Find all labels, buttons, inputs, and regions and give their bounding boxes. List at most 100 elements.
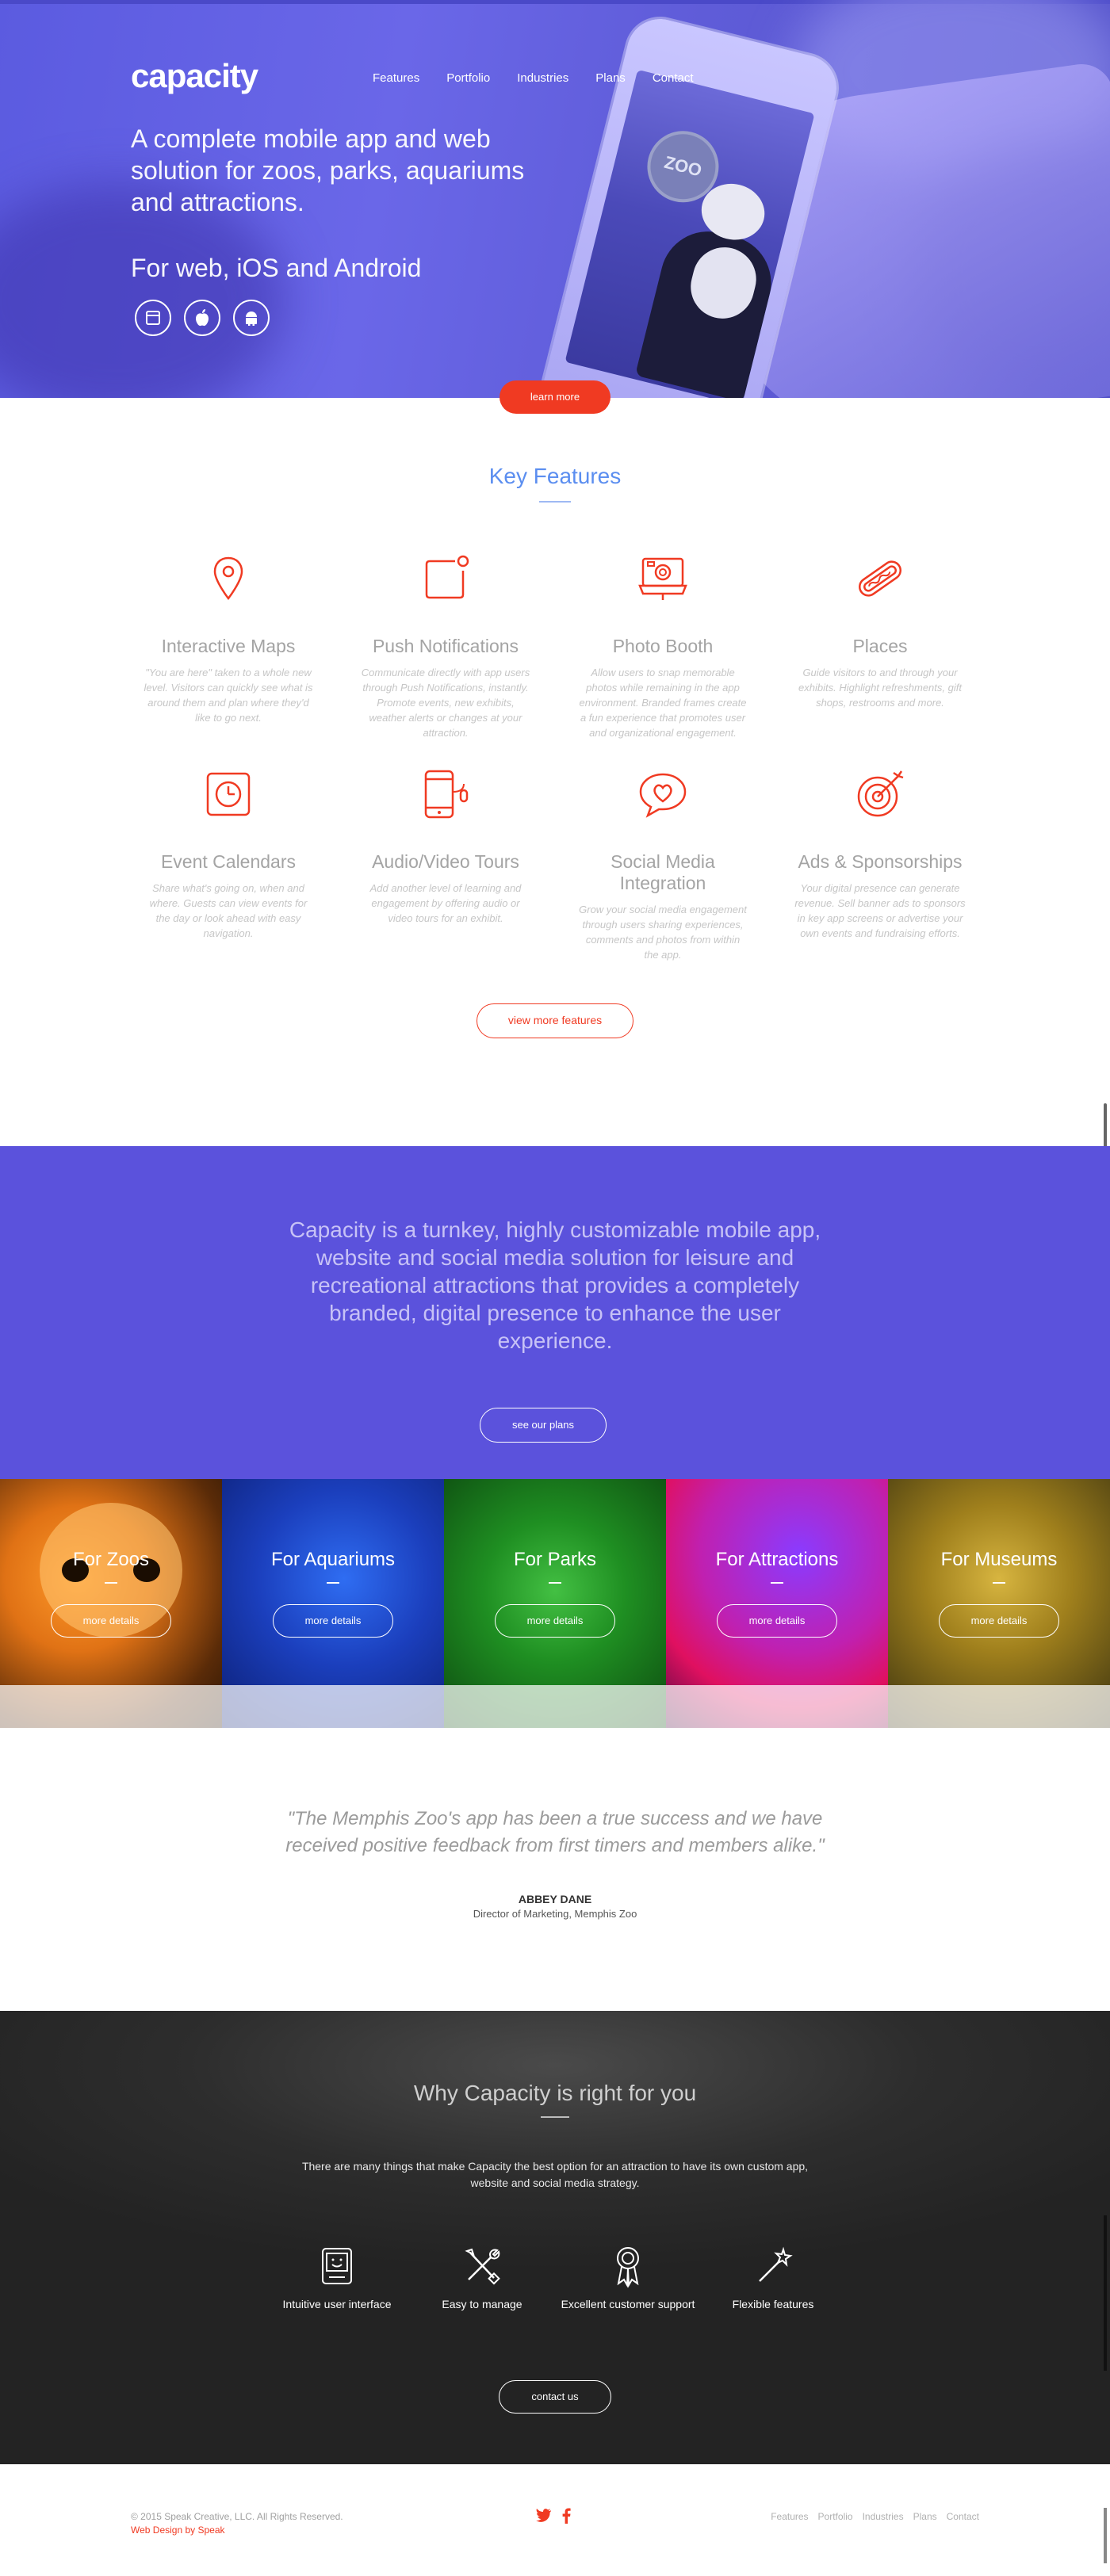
footer-nav-contact[interactable]: Contact [947,2511,979,2522]
hotdog-icon [848,547,912,610]
tile-title: For Aquariums [270,1549,396,1570]
tile-shade [444,1685,666,1728]
tile-divider [327,1582,339,1584]
magic-wand-icon [751,2244,795,2288]
apple-icon[interactable] [184,300,220,336]
tile-aquariums[interactable]: For Aquariums more details [222,1479,444,1728]
tile-parks[interactable]: For Parks more details [444,1479,666,1728]
feature-event-calendars: Event Calendars Share what's going on, w… [133,762,323,941]
scrollbar-marker[interactable] [1104,2215,1107,2371]
more-details-button[interactable]: more details [717,1604,837,1638]
feature-title: Places [852,636,908,656]
tile-shade [0,1685,222,1728]
tile-divider [105,1582,117,1584]
feature-title: Photo Booth [612,636,714,656]
footer-nav-industries[interactable]: Industries [863,2511,904,2522]
twitter-icon[interactable] [536,2508,552,2528]
feature-desc: Add another level of learning and engage… [369,882,522,924]
benefit-manage: Easy to manage [411,2244,553,2312]
notification-icon [414,547,477,610]
feature-desc: Guide visitors to and through your exhib… [798,667,962,709]
feature-title: Audio/Video Tours [372,851,519,872]
hero-section: ZOO capacity Features Portfolio Industri… [0,0,1110,398]
platform-icons [135,300,270,336]
android-icon[interactable] [233,300,270,336]
calendar-clock-icon [197,762,260,826]
more-details-button[interactable]: more details [939,1604,1059,1638]
feature-places: Places Guide visitors to and through you… [785,547,975,710]
benefit-flexible: Flexible features [702,2244,844,2312]
testimonial-name: ABBEY DANE [518,1893,592,1905]
tile-title: For Parks [513,1549,596,1570]
copyright-text: © 2015 Speak Creative, LLC. All Rights R… [131,2511,343,2522]
more-details-button[interactable]: more details [51,1604,171,1638]
brand-logo[interactable]: capacity [131,57,258,95]
tile-title: For Zoos [72,1549,150,1570]
photo-booth-icon [631,547,695,610]
feature-audio-video-tours: Audio/Video Tours Add another level of l… [350,762,541,926]
heart-bubble-icon [631,762,695,826]
testimonial-quote: "The Memphis Zoo's app has been a true s… [285,1808,825,1856]
why-description: There are many things that make Capacity… [301,2160,809,2189]
footer-nav-portfolio[interactable]: Portfolio [818,2511,853,2522]
feature-desc: "You are here" taken to a whole new leve… [144,667,313,724]
nav-contact[interactable]: Contact [653,71,694,85]
feature-photo-booth: Photo Booth Allow users to snap memorabl… [568,547,758,740]
feature-desc: Allow users to snap memorable photos whi… [579,667,747,739]
browser-icon[interactable] [135,300,171,336]
tile-shade [222,1685,444,1728]
benefit-label: Intuitive user interface [282,2298,392,2310]
industry-tiles: For Zoos more details For Aquariums more… [0,1479,1110,1728]
feature-desc: Share what's going on, when and where. G… [149,882,308,939]
feature-title: Event Calendars [160,851,297,872]
footer-nav-plans[interactable]: Plans [913,2511,937,2522]
testimonial-role: Director of Marketing, Memphis Zoo [473,1908,637,1920]
audio-video-icon [414,762,477,826]
feature-push-notifications: Push Notifications Communicate directly … [350,547,541,740]
tile-title: For Attractions [715,1549,839,1570]
scrollbar-marker[interactable] [1104,2508,1107,2563]
nav-plans[interactable]: Plans [595,71,626,85]
feature-title: Social Media Integration [610,851,715,893]
view-more-features-button[interactable]: view more features [477,1003,633,1038]
tile-divider [993,1582,1005,1584]
nav-portfolio[interactable]: Portfolio [446,71,490,85]
statement-text: Capacity is a turnkey, highly customizab… [289,1217,821,1353]
feature-interactive-maps: Interactive Maps "You are here" taken to… [133,547,323,725]
tile-zoos[interactable]: For Zoos more details [0,1479,222,1728]
footer-nav-features[interactable]: Features [771,2511,808,2522]
feature-desc: Communicate directly with app users thro… [361,667,530,739]
smiling-screen-icon [315,2244,359,2288]
see-our-plans-button[interactable]: see our plans [480,1408,607,1443]
tools-icon [460,2244,504,2288]
benefit-support: Excellent customer support [557,2244,699,2312]
benefit-interface: Intuitive user interface [266,2244,408,2312]
why-section: Why Capacity is right for you There are … [0,2011,1110,2464]
benefit-label: Excellent customer support [561,2298,695,2310]
feature-title: Interactive Maps [161,636,296,656]
target-icon [848,762,912,826]
facebook-icon[interactable] [561,2508,571,2528]
tile-divider [771,1582,783,1584]
more-details-button[interactable]: more details [273,1604,393,1638]
tile-divider [549,1582,561,1584]
tile-museums[interactable]: For Museums more details [888,1479,1110,1728]
feature-title: Ads & Sponsorships [798,851,963,872]
benefit-label: Flexible features [732,2298,814,2310]
benefit-label: Easy to manage [442,2298,522,2310]
design-credit-link[interactable]: Web Design by Speak [131,2524,225,2536]
social-links [536,2508,571,2528]
tile-title: For Museums [940,1549,1058,1570]
contact-us-button[interactable]: contact us [499,2380,611,2414]
feature-title: Push Notifications [372,636,519,656]
feature-desc: Grow your social media engagement throug… [579,904,747,961]
tile-attractions[interactable]: For Attractions more details [666,1479,888,1728]
hero-subhead: For web, iOS and Android [131,254,422,282]
nav-industries[interactable]: Industries [517,71,568,85]
nav-features[interactable]: Features [373,71,419,85]
more-details-button[interactable]: more details [495,1604,615,1638]
feature-desc: Your digital presence can generate reven… [794,882,966,939]
tile-shade [666,1685,888,1728]
learn-more-button[interactable]: learn more [500,380,610,414]
feature-social-media: Social Media Integration Grow your socia… [568,762,758,962]
